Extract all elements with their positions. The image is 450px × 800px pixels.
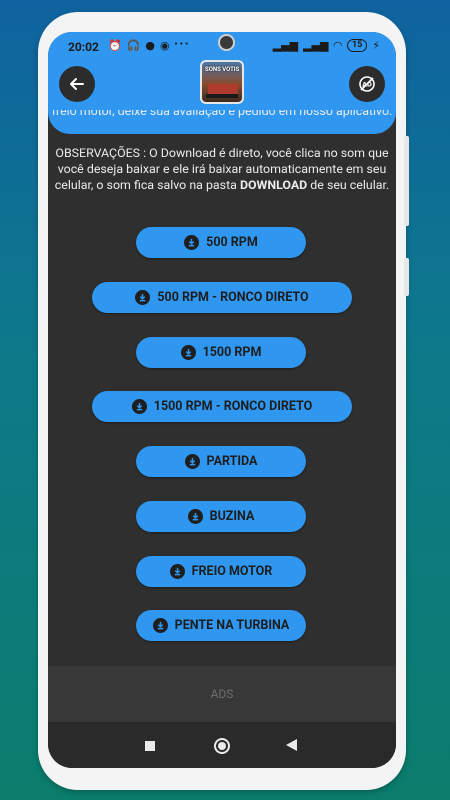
navigation-bar <box>48 722 396 768</box>
headset-icon: 🎧 <box>126 39 141 52</box>
download-icon <box>169 564 185 579</box>
home-button[interactable] <box>214 738 230 754</box>
download-pente-turbina-button[interactable]: PENTE NA TURBINA <box>136 610 306 641</box>
ad-off-button[interactable]: AD <box>349 66 385 102</box>
ad-banner[interactable]: ADS <box>48 666 396 722</box>
charging-icon: ⚡ <box>372 39 380 52</box>
notification-icons: ⏰ 🎧 ● ◉ <box>108 39 170 52</box>
download-1500-rpm-ronco-button[interactable]: 1500 RPM - RONCO DIRETO <box>92 391 352 422</box>
battery-indicator: 15 <box>346 39 368 52</box>
observations-paragraph: OBSERVAÇÕES : O Download é direto, você … <box>54 146 390 194</box>
download-500-rpm-button[interactable]: 500 RPM <box>136 227 306 258</box>
volume-button <box>404 136 409 226</box>
screen: 20:02 ⏰ 🎧 ● ◉ ··· ▂▄▆ ▂▄▆ ◠ 15 ⚡ SONS VO… <box>48 32 396 768</box>
alarm-off-icon: ⏰ <box>108 39 122 52</box>
ad-off-icon: AD <box>359 76 375 92</box>
download-button-label: FREIO MOTOR <box>191 564 273 579</box>
truck-icon <box>206 84 238 98</box>
download-icon <box>135 290 151 305</box>
back-button[interactable] <box>59 66 95 102</box>
power-button <box>404 258 409 296</box>
download-1500-rpm-button[interactable]: 1500 RPM <box>136 337 306 368</box>
download-icon <box>152 618 168 633</box>
arrow-left-icon <box>70 78 84 90</box>
ad-banner-label: ADS <box>210 687 234 701</box>
recording-icon: ◉ <box>160 39 170 52</box>
download-icon <box>187 509 203 524</box>
status-time: 20:02 <box>68 40 99 54</box>
download-button-label: 1500 RPM - RONCO DIRETO <box>153 399 313 414</box>
download-button-label: 500 RPM <box>206 235 258 250</box>
download-button-label: 500 RPM - RONCO DIRETO <box>157 290 309 305</box>
download-button-label: BUZINA <box>209 509 255 524</box>
front-camera <box>218 34 235 51</box>
more-notifications-icon: ··· <box>174 36 190 52</box>
spotify-icon: ● <box>145 39 156 52</box>
download-icon <box>131 399 147 414</box>
download-500-rpm-ronco-button[interactable]: 500 RPM - RONCO DIRETO <box>92 282 352 313</box>
signal-icon: ▂▄▆ <box>272 39 299 52</box>
download-buzina-button[interactable]: BUZINA <box>136 501 306 532</box>
observations-bold: DOWNLOAD <box>239 178 308 193</box>
description-paragraph-1: freio motor, deixe sua avaliação e pedid… <box>51 110 393 119</box>
system-icons: ▂▄▆ ▂▄▆ ◠ 15 ⚡ <box>273 39 380 52</box>
download-partida-button[interactable]: PARTIDA <box>136 446 306 477</box>
download-button-label: 1500 RPM <box>202 345 262 360</box>
download-icon <box>184 454 200 469</box>
download-button-label: PARTIDA <box>206 454 258 469</box>
observations-suffix: de seu celular. <box>307 178 390 193</box>
download-icon <box>180 345 196 360</box>
download-button-label: PENTE NA TURBINA <box>174 618 290 633</box>
download-freio-motor-button[interactable]: FREIO MOTOR <box>136 556 306 587</box>
app-logo: SONS VOTIS <box>200 60 244 104</box>
signal-2-icon: ▂▄▆ <box>303 39 329 52</box>
system-back-button[interactable] <box>286 739 297 751</box>
description-top: freio motor, deixe sua avaliação e pedid… <box>48 110 396 138</box>
app-logo-text: SONS VOTIS <box>205 66 240 73</box>
recents-button[interactable] <box>145 741 155 751</box>
download-icon <box>184 235 200 250</box>
wifi-icon: ◠ <box>333 39 342 52</box>
